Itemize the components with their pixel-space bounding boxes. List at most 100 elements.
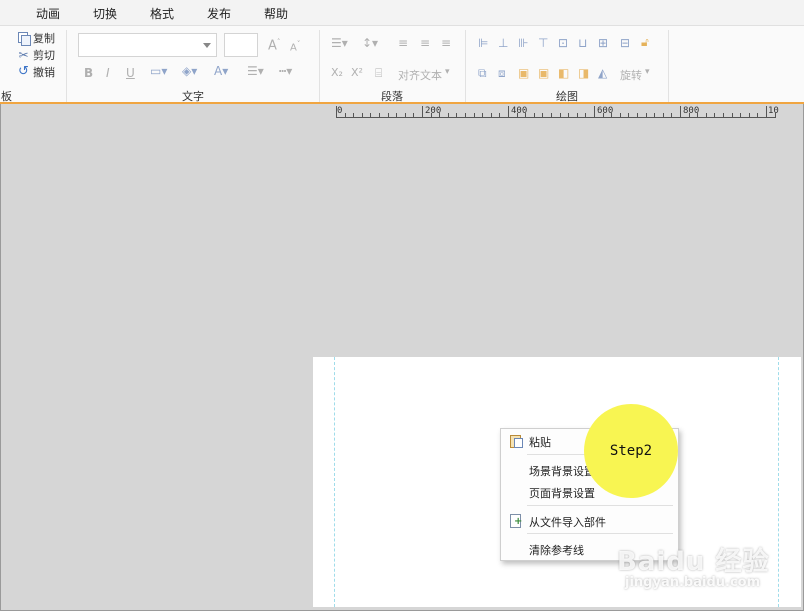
ruler-tick xyxy=(490,113,492,117)
ruler-tick xyxy=(671,113,673,117)
ruler-tick xyxy=(757,113,759,117)
undo-button[interactable]: ↺ 撤销 xyxy=(17,64,55,80)
copy-label: 复制 xyxy=(33,32,55,45)
menu-transition[interactable]: 切换 xyxy=(93,5,117,22)
guide-line[interactable] xyxy=(778,357,779,607)
align-shape-middle-icon[interactable]: ⊡ xyxy=(558,36,568,50)
horizontal-ruler: 0 200 400 600 800 10 xyxy=(336,106,779,120)
ruler-tick xyxy=(542,113,544,117)
subscript-icon[interactable]: X₂ xyxy=(331,66,343,79)
ruler-tick xyxy=(723,113,724,117)
copy-button[interactable]: 复制 xyxy=(17,30,55,46)
grow-font-icon[interactable]: A˄ xyxy=(268,38,280,53)
ruler-tick xyxy=(697,113,699,117)
group-icon[interactable]: ⧉ xyxy=(478,66,487,81)
menu-help[interactable]: 帮助 xyxy=(264,5,288,22)
context-menu-label: 从文件导入部件 xyxy=(529,516,606,529)
font-size-select[interactable] xyxy=(224,33,258,57)
align-center-icon[interactable]: ≡ xyxy=(420,36,430,50)
ruler-tick xyxy=(508,106,509,117)
chevron-down-icon xyxy=(203,43,211,48)
align-shape-bottom-icon[interactable]: ⊔ xyxy=(578,36,587,50)
flip-icon[interactable]: ◭ xyxy=(598,66,607,80)
ruler-tick xyxy=(525,113,527,117)
bullet-list-icon[interactable]: ☰▾ xyxy=(331,36,348,50)
ruler-tick xyxy=(336,106,337,117)
align-shape-left-icon[interactable]: ⊫ xyxy=(478,36,488,50)
bold-icon[interactable]: B xyxy=(84,66,93,80)
undo-label: 撤销 xyxy=(33,66,55,79)
ruler-tick xyxy=(404,113,406,117)
ruler-tick xyxy=(594,106,595,117)
highlight-icon[interactable]: ◈▾ xyxy=(182,64,197,78)
ruler-tick xyxy=(662,113,664,117)
ruler-tick xyxy=(714,113,716,117)
ruler-tick xyxy=(559,113,561,117)
font-color-icon[interactable]: A▾ xyxy=(214,64,228,78)
ruler-tick xyxy=(499,113,501,117)
paragraph-group-label: 段落 xyxy=(381,90,403,103)
watermark-logo: Baidu 经验 xyxy=(617,547,770,577)
cut-button[interactable]: ✂ 剪切 xyxy=(17,47,55,63)
line-spacing-icon[interactable]: ↕▾ xyxy=(362,36,378,50)
ruler-tick xyxy=(439,113,441,117)
align-shape-top-icon[interactable]: ⊤ xyxy=(538,36,548,50)
stack-icon[interactable]: ⊟ xyxy=(620,36,630,50)
menu-format[interactable]: 格式 xyxy=(150,5,174,22)
menu-divider xyxy=(527,533,673,534)
ruler-tick xyxy=(344,113,346,117)
send-back-icon[interactable]: ◨ xyxy=(578,66,589,80)
border-style-icon[interactable]: ┅▾ xyxy=(279,64,292,78)
context-menu-import-part[interactable]: 从文件导入部件 xyxy=(501,510,678,532)
ungroup-icon[interactable]: ⧈ xyxy=(498,66,506,81)
ruler-tick xyxy=(688,113,690,117)
ruler-tick xyxy=(680,106,681,117)
menu-animation[interactable]: 动画 xyxy=(36,5,60,22)
copy-icon xyxy=(17,32,31,46)
context-menu-label: 页面背景设置 xyxy=(529,487,595,500)
ribbon-separator xyxy=(319,30,320,102)
line-style-icon[interactable]: ☰▾ xyxy=(247,64,264,78)
bring-forward-icon[interactable]: ▣ xyxy=(518,66,529,80)
chevron-down-icon[interactable]: ▾ xyxy=(645,67,650,77)
bring-front-icon[interactable]: ◧ xyxy=(558,66,569,80)
send-backward-icon[interactable]: ▣ xyxy=(538,66,549,80)
ruler-tick xyxy=(619,113,621,117)
shrink-font-icon[interactable]: A˅ xyxy=(290,40,300,53)
clipboard-group-label: 板 xyxy=(1,90,12,103)
ruler-tick xyxy=(576,113,578,117)
ruler-tick xyxy=(465,113,466,117)
menu-publish[interactable]: 发布 xyxy=(207,5,231,22)
ruler-tick xyxy=(628,113,630,117)
ruler-tick xyxy=(396,113,398,117)
ruler-tick xyxy=(740,113,742,117)
guide-line[interactable] xyxy=(334,357,335,607)
distribute-icon[interactable]: ⊞ xyxy=(598,36,608,50)
ruler-tick xyxy=(654,113,656,117)
menu-divider xyxy=(527,505,673,506)
font-family-select[interactable] xyxy=(78,33,217,57)
align-left-icon[interactable]: ≡ xyxy=(398,36,408,50)
italic-icon[interactable]: I xyxy=(106,66,110,80)
fill-color-icon[interactable]: ▭▾ xyxy=(150,64,167,78)
superscript-icon[interactable]: X² xyxy=(351,66,363,79)
align-text-button[interactable]: 对齐文本 xyxy=(398,67,442,83)
rotate-button[interactable]: 旋转 xyxy=(620,67,642,83)
ruler-baseline xyxy=(336,117,776,118)
text-align-icon[interactable]: ⌸ xyxy=(375,66,382,81)
chevron-down-icon[interactable]: ▾ xyxy=(445,67,450,77)
align-shape-right-icon[interactable]: ⊪ xyxy=(518,36,528,50)
lock-icon[interactable]: 🔓︎ xyxy=(641,35,649,50)
ruler-tick xyxy=(413,113,415,117)
ruler-tick xyxy=(602,113,604,117)
ribbon-separator xyxy=(465,30,466,102)
ruler-tick xyxy=(379,113,380,117)
align-shape-center-icon[interactable]: ⊥ xyxy=(498,36,508,50)
underline-icon[interactable]: U xyxy=(126,66,135,80)
ruler-tick xyxy=(533,113,535,117)
ruler-tick xyxy=(370,113,372,117)
align-right-icon[interactable]: ≡ xyxy=(441,36,451,50)
menu-bar: 动画 切换 格式 发布 帮助 xyxy=(0,0,804,26)
ruler-tick xyxy=(766,106,767,117)
ruler-tick xyxy=(611,113,613,117)
